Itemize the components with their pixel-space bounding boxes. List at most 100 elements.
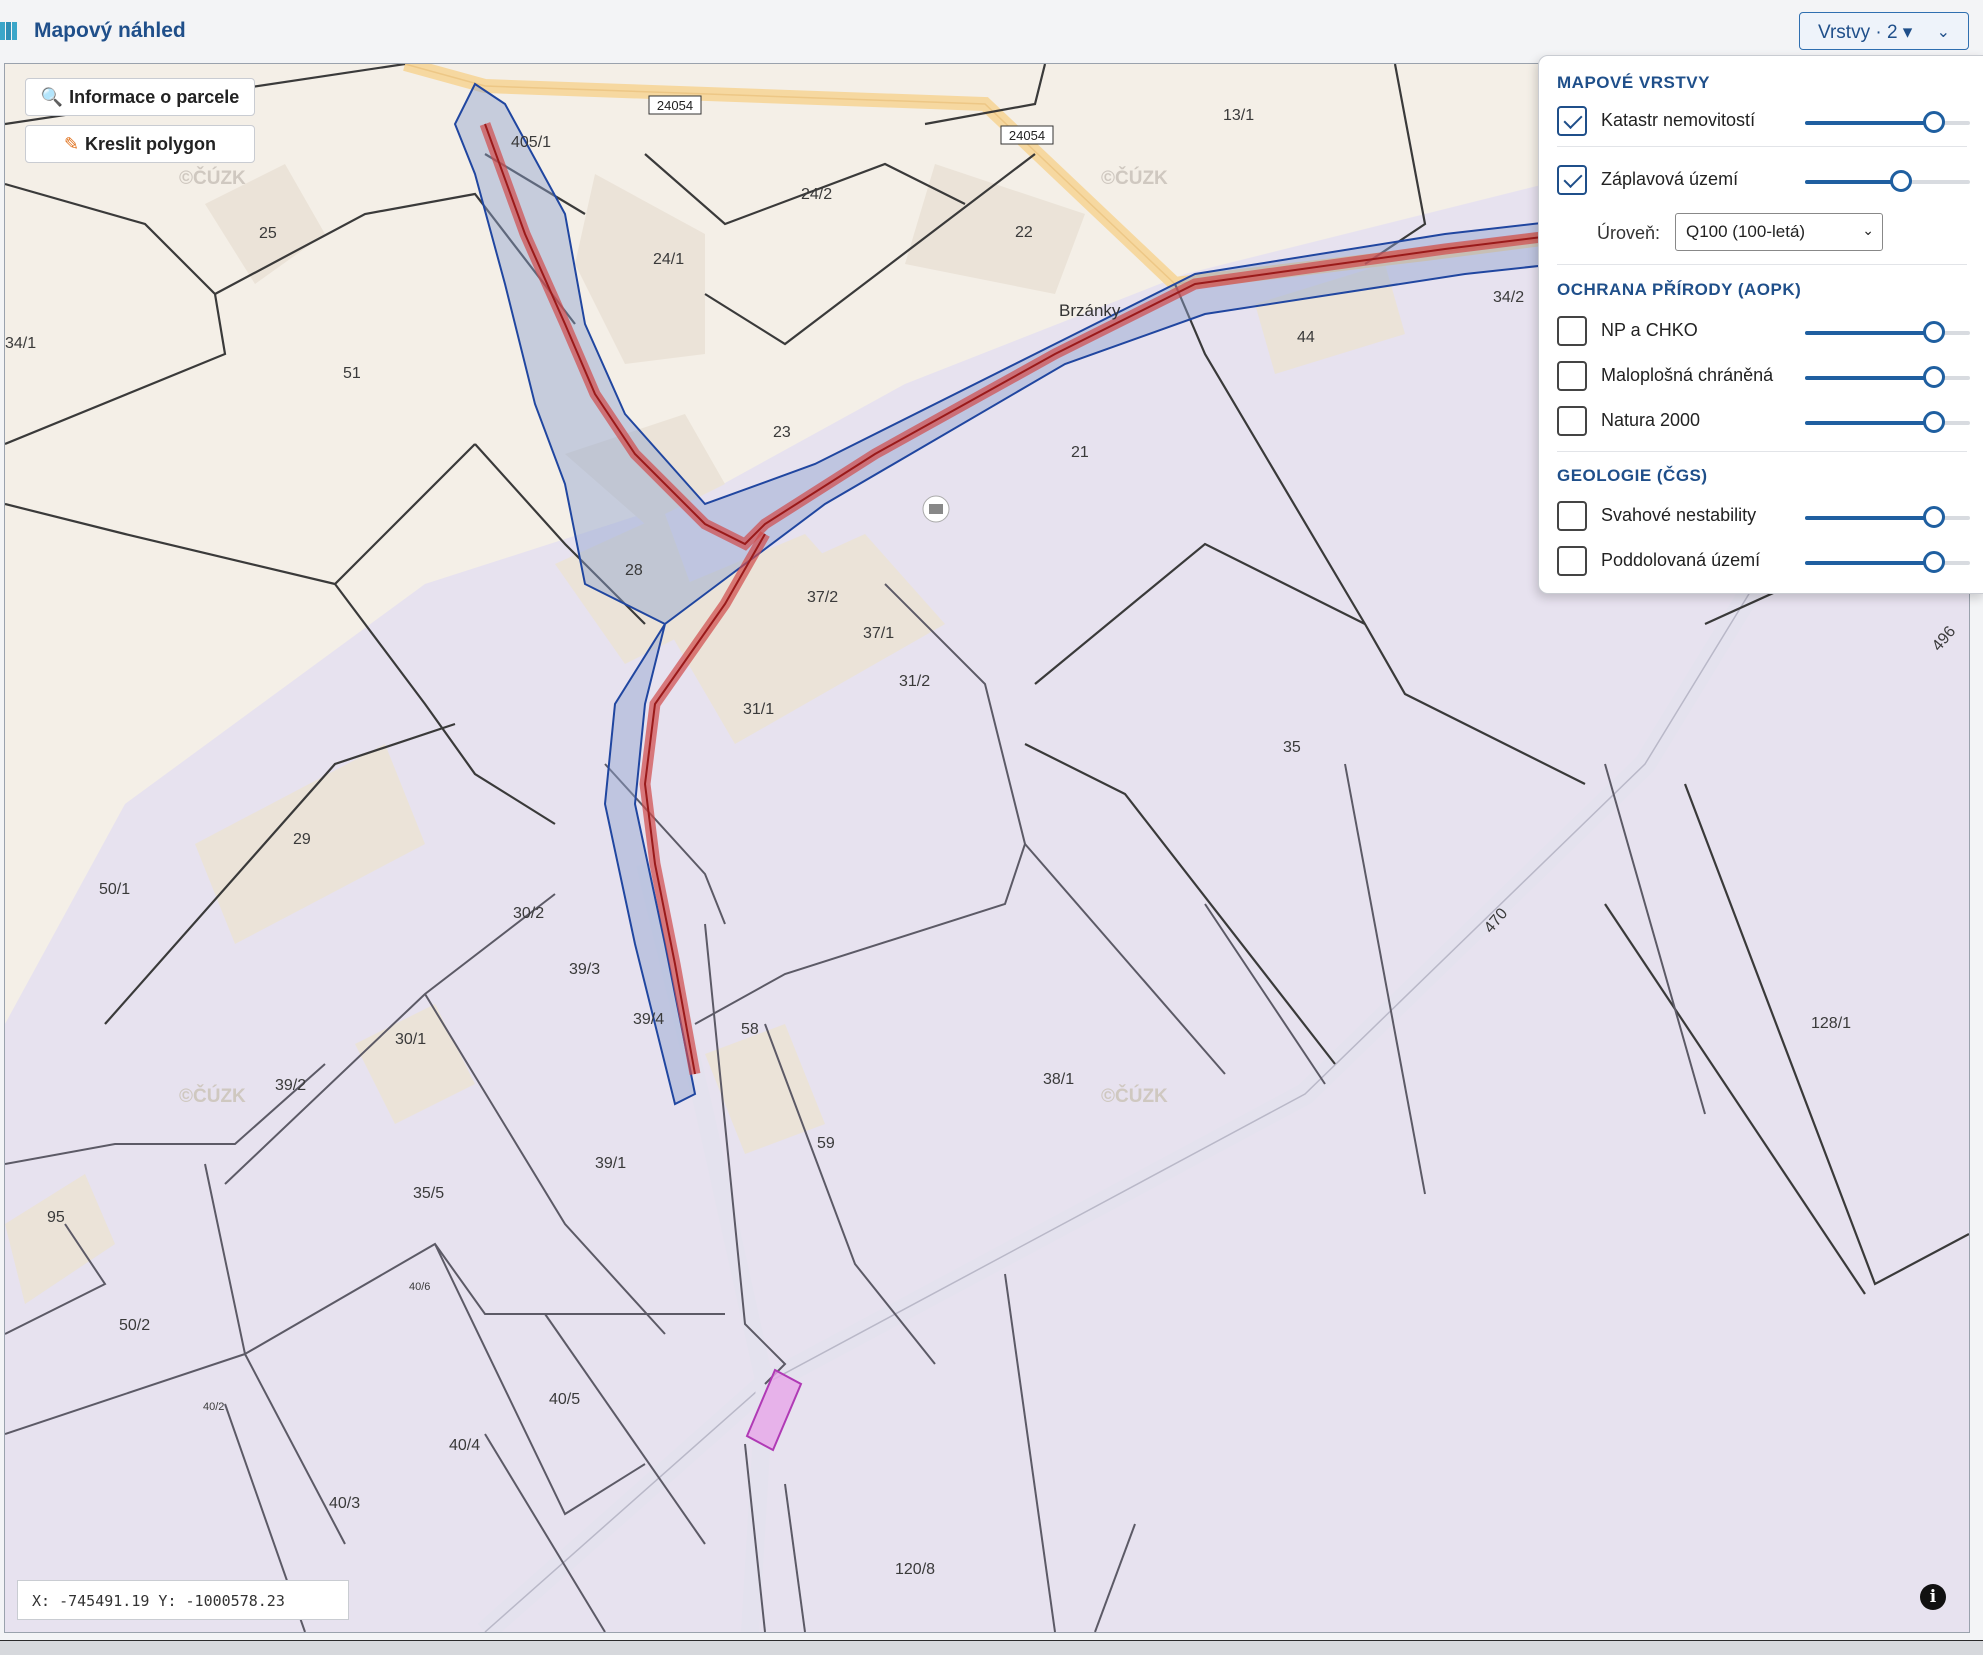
road-label: 24054 [657, 98, 693, 113]
parcel-label: 31/1 [743, 701, 774, 718]
draw-polygon-label: Kreslit polygon [85, 134, 217, 154]
parcel-label: 23 [773, 424, 791, 441]
slider-knob[interactable] [1922, 111, 1945, 133]
slider-knob[interactable] [1922, 321, 1945, 343]
flood-level-select[interactable]: Q100 (100-letá) ⌄ [1675, 213, 1883, 251]
chevron-down-icon: ⌄ [1862, 222, 1874, 238]
parcel-label: 13/1 [1223, 107, 1254, 124]
parcel-info-label: Informace o parcele [69, 87, 240, 107]
layer-checkbox-np-chko[interactable] [1557, 316, 1587, 346]
parcel-label: 37/1 [863, 625, 894, 642]
info-icon[interactable]: i [1920, 1584, 1946, 1610]
parcel-label: 24/1 [653, 251, 684, 268]
parcel-label: 30/2 [513, 905, 544, 922]
place-label: Brzánky [1059, 301, 1121, 320]
layer-checkbox-small-protected[interactable] [1557, 361, 1587, 391]
opacity-slider[interactable] [1805, 111, 1970, 133]
layers-button-label: Vrstvy · 2 ▾ [1818, 22, 1913, 43]
parcel-label: 31/2 [899, 673, 930, 690]
opacity-slider[interactable] [1805, 506, 1970, 528]
map-icon [0, 22, 17, 40]
layer-checkbox-cadastre[interactable] [1557, 106, 1587, 136]
parcel-label: 21 [1071, 444, 1089, 461]
layer-label: Poddolovaná území [1601, 550, 1761, 570]
cuzk-watermark: ©ČÚZK [1101, 167, 1168, 189]
layer-label: Maloplošná chráněná [1601, 365, 1774, 385]
parcel-label: 120/8 [895, 1561, 935, 1578]
parcel-label: 40/2 [203, 1401, 224, 1413]
parcel-label: 35 [1283, 739, 1301, 756]
opacity-slider[interactable] [1805, 551, 1970, 573]
layer-checkbox-undermined[interactable] [1557, 546, 1587, 576]
parcel-label: 50/2 [119, 1317, 150, 1334]
parcel-label: 40/3 [329, 1495, 360, 1512]
parcel-label: 29 [293, 831, 311, 848]
parcel-label: 24/2 [801, 186, 832, 203]
parcel-label: 51 [343, 365, 361, 382]
parcel-label: 25 [259, 225, 277, 242]
parcel-label: 22 [1015, 224, 1033, 241]
layer-row-natura[interactable]: Natura 2000 [1557, 404, 1983, 440]
parcel-label: 40/5 [549, 1391, 580, 1408]
layer-checkbox-natura[interactable] [1557, 406, 1587, 436]
parcel-label: 39/1 [595, 1155, 626, 1172]
section-title: OCHRANA PŘÍRODY (AOPK) [1557, 280, 1802, 299]
layer-row-small-protected[interactable]: Maloplošná chráněná [1557, 359, 1983, 395]
section-title: MAPOVÉ VRSTVY [1557, 73, 1710, 92]
parcel-label: 35/5 [413, 1185, 444, 1202]
search-icon: 🔍 [40, 87, 64, 107]
layer-checkbox-landslides[interactable] [1557, 501, 1587, 531]
layer-row-cadastre[interactable]: Katastr nemovitostí [1557, 104, 1983, 140]
cuzk-watermark: ©ČÚZK [179, 1085, 246, 1107]
parcel-label: 128/1 [1811, 1015, 1851, 1032]
level-label: Úroveň: [1597, 223, 1661, 243]
parcel-label: 28 [625, 562, 643, 579]
road-label: 24054 [1009, 128, 1045, 143]
opacity-slider[interactable] [1805, 366, 1970, 388]
cuzk-watermark: ©ČÚZK [179, 167, 246, 189]
cuzk-watermark: ©ČÚZK [1101, 1085, 1168, 1107]
slider-knob[interactable] [1922, 366, 1945, 388]
parcel-label: 405/1 [511, 134, 551, 151]
parcel-label: 37/2 [807, 589, 838, 606]
parcel-label: 30/1 [395, 1031, 426, 1048]
opacity-slider[interactable] [1805, 321, 1970, 343]
parcel-info-button[interactable]: 🔍 Informace o parcele [25, 78, 255, 116]
flood-level-value: Q100 (100-letá) [1686, 222, 1806, 241]
parcel-label: 59 [817, 1135, 835, 1152]
opacity-slider[interactable] [1805, 411, 1970, 433]
parcel-label: 44 [1297, 329, 1315, 346]
layers-button[interactable]: Vrstvy · 2 ▾ ⌄ [1799, 12, 1969, 50]
layer-label: Katastr nemovitostí [1601, 110, 1756, 130]
coordinate-readout: X: -745491.19 Y: -1000578.23 [17, 1580, 349, 1620]
parcel-label: 34/1 [5, 335, 36, 352]
opacity-slider[interactable] [1805, 170, 1970, 192]
layer-checkbox-flood[interactable] [1557, 165, 1587, 195]
draw-polygon-button[interactable]: ✎ Kreslit polygon [25, 125, 255, 163]
layer-row-np-chko[interactable]: NP a CHKO [1557, 314, 1983, 350]
slider-knob[interactable] [1922, 551, 1945, 573]
layer-label: Záplavová území [1601, 169, 1739, 189]
layer-row-landslides[interactable]: Svahové nestability [1557, 499, 1983, 535]
parcel-label: 40/4 [449, 1437, 480, 1454]
parcel-label: 95 [47, 1209, 65, 1226]
slider-knob[interactable] [1922, 506, 1945, 528]
page-title: Mapový náhled [34, 19, 186, 42]
parcel-label: 40/6 [409, 1281, 430, 1293]
bottom-bar [0, 1640, 1983, 1655]
parcel-label: 38/1 [1043, 1071, 1074, 1088]
parcel-label: 39/2 [275, 1077, 306, 1094]
parcel-label: 39/4 [633, 1011, 664, 1028]
parcel-label: 39/3 [569, 961, 600, 978]
envelope-icon [922, 495, 950, 523]
layer-row-flood[interactable]: Záplavová území [1557, 163, 1983, 199]
slider-knob[interactable] [1889, 170, 1912, 192]
section-title: GEOLOGIE (ČGS) [1557, 466, 1708, 485]
layer-label: Svahové nestability [1601, 505, 1757, 525]
layer-label: Natura 2000 [1601, 410, 1701, 430]
pencil-icon: ✎ [63, 134, 80, 154]
layer-label: NP a CHKO [1601, 320, 1698, 340]
slider-knob[interactable] [1922, 411, 1945, 433]
parcel-label: 50/1 [99, 881, 130, 898]
layer-row-undermined[interactable]: Poddolovaná území [1557, 544, 1983, 580]
